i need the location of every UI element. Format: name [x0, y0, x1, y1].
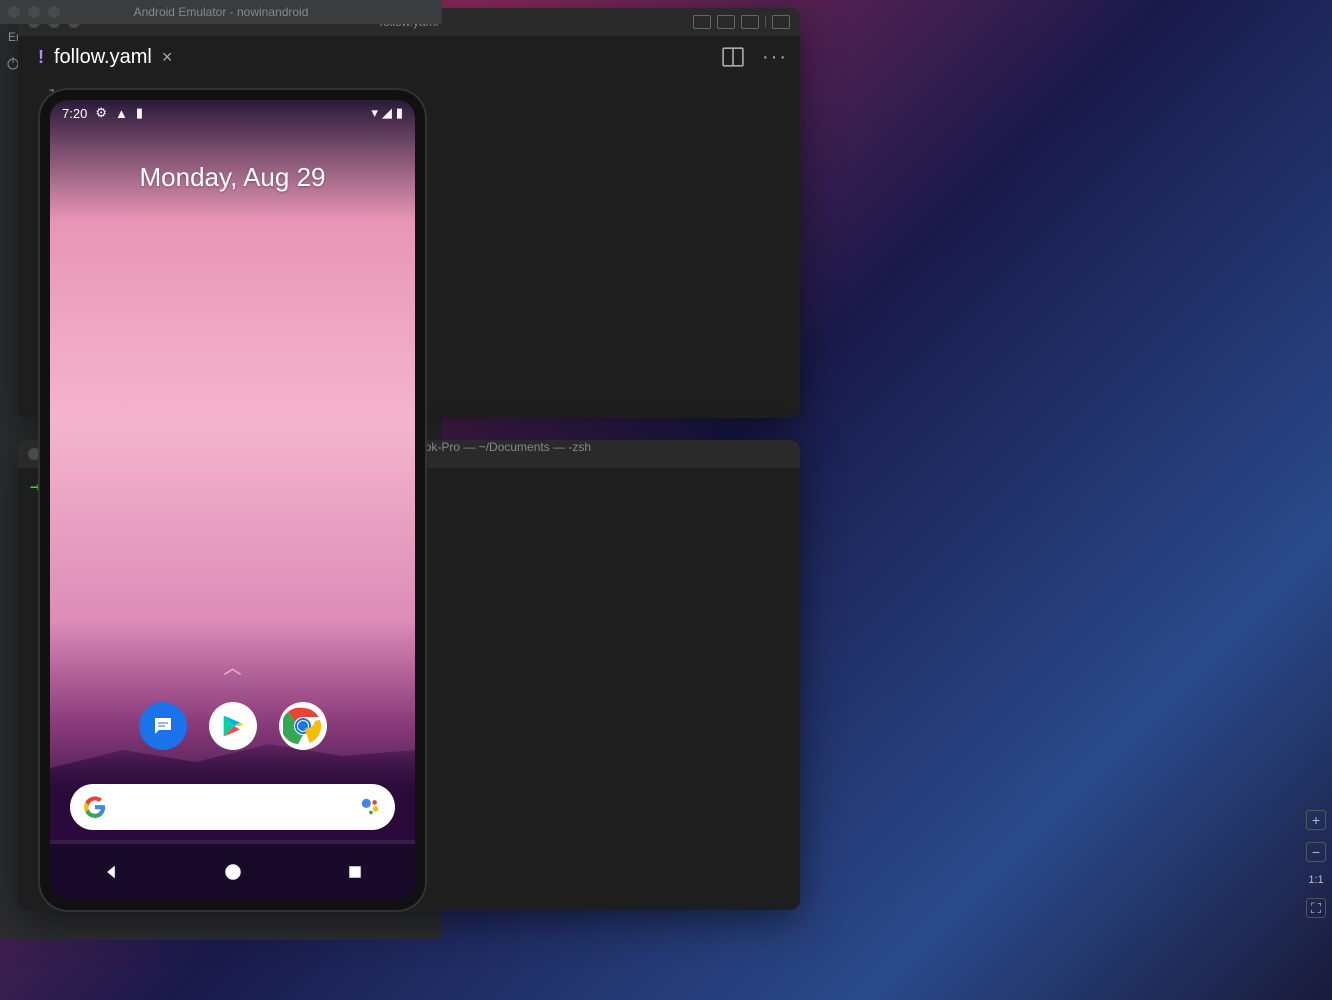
warning-icon: ▲ — [115, 106, 128, 121]
tab-label: follow.yaml — [54, 46, 152, 69]
sdcard-icon: ▮ — [136, 105, 143, 121]
home-date: Monday, Aug 29 — [50, 162, 415, 193]
gear-icon: ⚙ — [95, 105, 107, 121]
status-time: 7:20 — [62, 106, 87, 121]
zoom-level: 1:1 — [1308, 874, 1323, 886]
traffic-light-close[interactable] — [28, 448, 40, 460]
phone-frame: 7:20 ⚙ ▲ ▮ ▾ ◢ ▮ Monday, Aug 29 ︿ — [40, 90, 425, 910]
emulator-title: Android Emulator - nowinandroid — [134, 5, 309, 19]
traffic-light-close[interactable] — [8, 6, 20, 18]
wifi-icon: ▾ — [371, 105, 378, 121]
zoom-fit-button[interactable]: ⛶ — [1306, 898, 1326, 918]
google-assistant-icon[interactable] — [359, 796, 381, 818]
yaml-file-icon: ! — [38, 47, 44, 68]
nav-home-icon[interactable] — [224, 863, 242, 881]
zoom-rail: + − 1:1 ⛶ — [1306, 810, 1326, 918]
google-search-bar[interactable] — [70, 784, 395, 830]
battery-icon: ▮ — [396, 105, 403, 121]
layout-icon-2[interactable] — [717, 15, 735, 29]
zoom-out-button[interactable]: − — [1306, 842, 1326, 862]
phone-screen[interactable]: 7:20 ⚙ ▲ ▮ ▾ ◢ ▮ Monday, Aug 29 ︿ — [50, 100, 415, 900]
split-editor-icon[interactable] — [722, 47, 744, 67]
layout-icon-4[interactable] — [772, 15, 790, 29]
nav-bar — [50, 844, 415, 900]
traffic-light-zoom[interactable] — [48, 6, 60, 18]
app-dock — [139, 702, 327, 750]
signal-icon: ◢ — [382, 105, 392, 121]
traffic-light-minimize[interactable] — [28, 6, 40, 18]
chrome-app-icon[interactable] — [279, 702, 327, 750]
tab-row: ! follow.yaml × ··· — [18, 36, 800, 78]
emulator-titlebar: Android Emulator - nowinandroid — [0, 0, 442, 24]
layout-icon-1[interactable] — [693, 15, 711, 29]
layout-icon-3[interactable] — [741, 15, 759, 29]
emulator-window: Android Emulator - nowinandroid Emulator… — [0, 0, 442, 940]
app-drawer-caret-icon[interactable]: ︿ — [224, 654, 242, 680]
nav-recents-icon[interactable] — [347, 864, 363, 880]
tab-follow-yaml[interactable]: ! follow.yaml × — [30, 42, 180, 73]
nav-back-icon[interactable] — [102, 863, 120, 881]
close-tab-icon[interactable]: × — [162, 47, 173, 68]
more-actions-icon[interactable]: ··· — [762, 46, 788, 69]
messages-app-icon[interactable] — [139, 702, 187, 750]
zoom-in-button[interactable]: + — [1306, 810, 1326, 830]
play-store-app-icon[interactable] — [209, 702, 257, 750]
status-bar: 7:20 ⚙ ▲ ▮ ▾ ◢ ▮ — [50, 100, 415, 126]
google-logo-icon — [84, 796, 106, 818]
